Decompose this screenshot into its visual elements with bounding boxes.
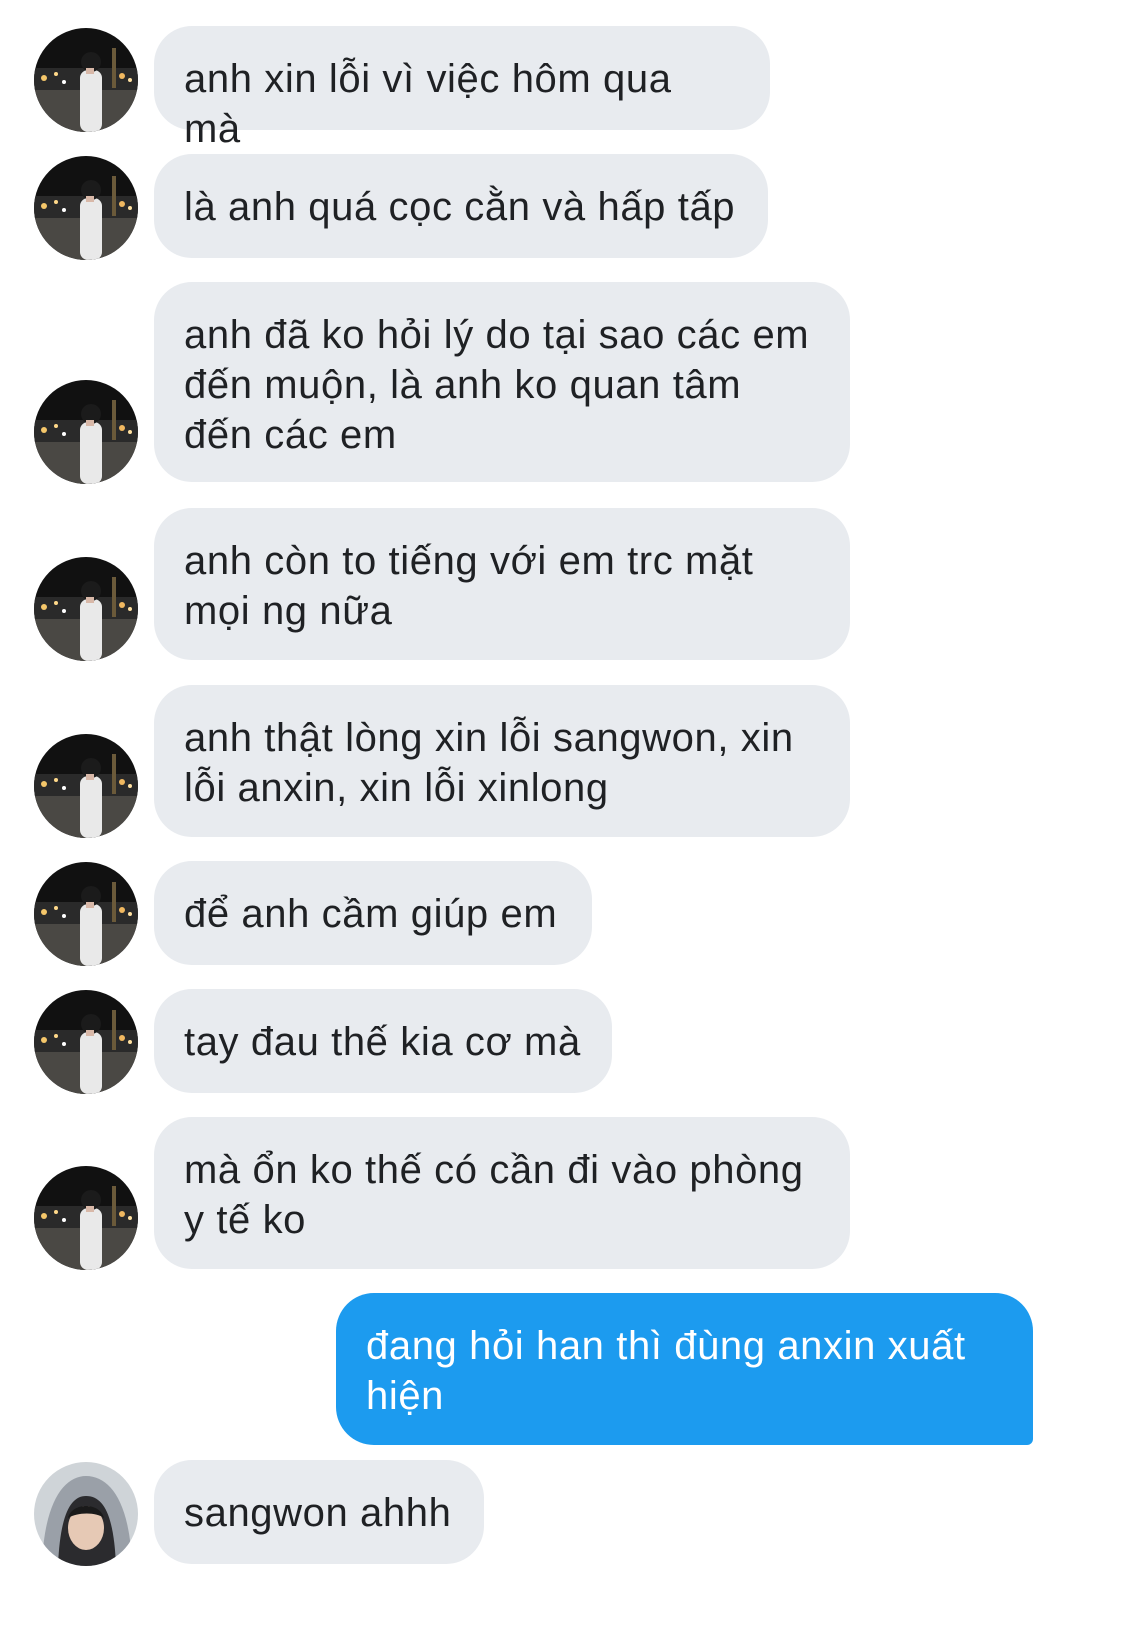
contact-avatar[interactable] bbox=[34, 734, 138, 838]
avatar-photo-icon bbox=[34, 734, 138, 838]
contact-avatar[interactable] bbox=[34, 380, 138, 484]
outgoing-message-bubble[interactable]: đang hỏi han thì đùng anxin xuất hiện bbox=[336, 1293, 1033, 1445]
contact-avatar[interactable] bbox=[34, 862, 138, 966]
contact-avatar[interactable] bbox=[34, 1462, 138, 1566]
contact-avatar[interactable] bbox=[34, 990, 138, 1094]
avatar-photo-icon bbox=[34, 990, 138, 1094]
incoming-message-bubble[interactable]: để anh cầm giúp em bbox=[154, 861, 592, 965]
incoming-message-bubble[interactable]: anh đã ko hỏi lý do tại sao các em đến m… bbox=[154, 282, 850, 482]
contact-avatar[interactable] bbox=[34, 156, 138, 260]
avatar-photo-icon bbox=[34, 156, 138, 260]
avatar-photo-icon bbox=[34, 1462, 138, 1566]
avatar-photo-icon bbox=[34, 380, 138, 484]
avatar-photo-icon bbox=[34, 557, 138, 661]
avatar-photo-icon bbox=[34, 1166, 138, 1270]
contact-avatar[interactable] bbox=[34, 557, 138, 661]
incoming-message-bubble[interactable]: anh thật lòng xin lỗi sangwon, xin lỗi a… bbox=[154, 685, 850, 837]
incoming-message-bubble[interactable]: mà ổn ko thế có cần đi vào phòng y tế ko bbox=[154, 1117, 850, 1269]
incoming-message-bubble[interactable]: anh còn to tiếng với em trc mặt mọi ng n… bbox=[154, 508, 850, 660]
avatar-photo-icon bbox=[34, 862, 138, 966]
incoming-message-bubble[interactable]: anh xin lỗi vì việc hôm qua mà bbox=[154, 26, 770, 151]
contact-avatar[interactable] bbox=[34, 28, 138, 132]
incoming-message-bubble[interactable]: sangwon ahhh bbox=[154, 1460, 484, 1564]
contact-avatar[interactable] bbox=[34, 1166, 138, 1270]
incoming-message-bubble[interactable]: là anh quá cọc cằn và hấp tấp bbox=[154, 154, 768, 258]
avatar-photo-icon bbox=[34, 28, 138, 132]
incoming-message-bubble[interactable]: tay đau thế kia cơ mà bbox=[154, 989, 612, 1093]
